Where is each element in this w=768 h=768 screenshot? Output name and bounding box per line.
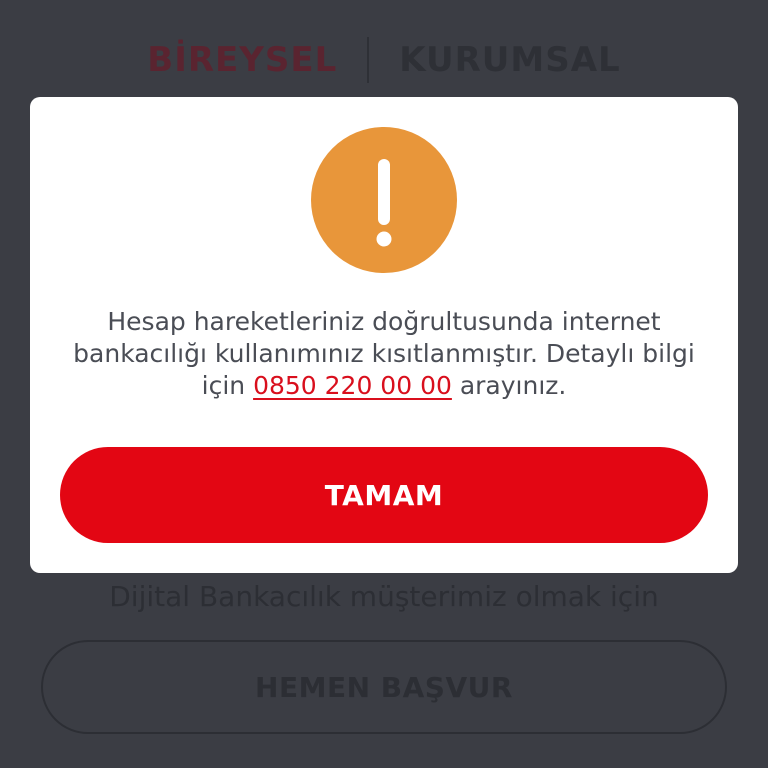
alert-message: Hesap hareketleriniz doğrultusunda inter… [50,306,718,402]
restriction-alert-dialog: Hesap hareketleriniz doğrultusunda inter… [30,97,738,573]
exclamation-icon [311,127,457,273]
ok-button[interactable]: TAMAM [60,447,708,543]
phone-number-link[interactable]: 0850 220 00 00 [253,371,452,400]
account-type-tabs: BİREYSEL KURUMSAL [0,34,768,86]
tab-bireysel[interactable]: BİREYSEL [117,40,367,80]
tab-kurumsal[interactable]: KURUMSAL [369,40,650,80]
ok-button-label: TAMAM [324,478,444,512]
digital-banking-subtitle: Dijital Bankacılık müşterimiz olmak için [109,580,659,613]
apply-now-button[interactable]: HEMEN BAŞVUR [41,640,727,734]
alert-message-suffix: arayınız. [451,371,567,400]
apply-now-label: HEMEN BAŞVUR [255,670,513,704]
